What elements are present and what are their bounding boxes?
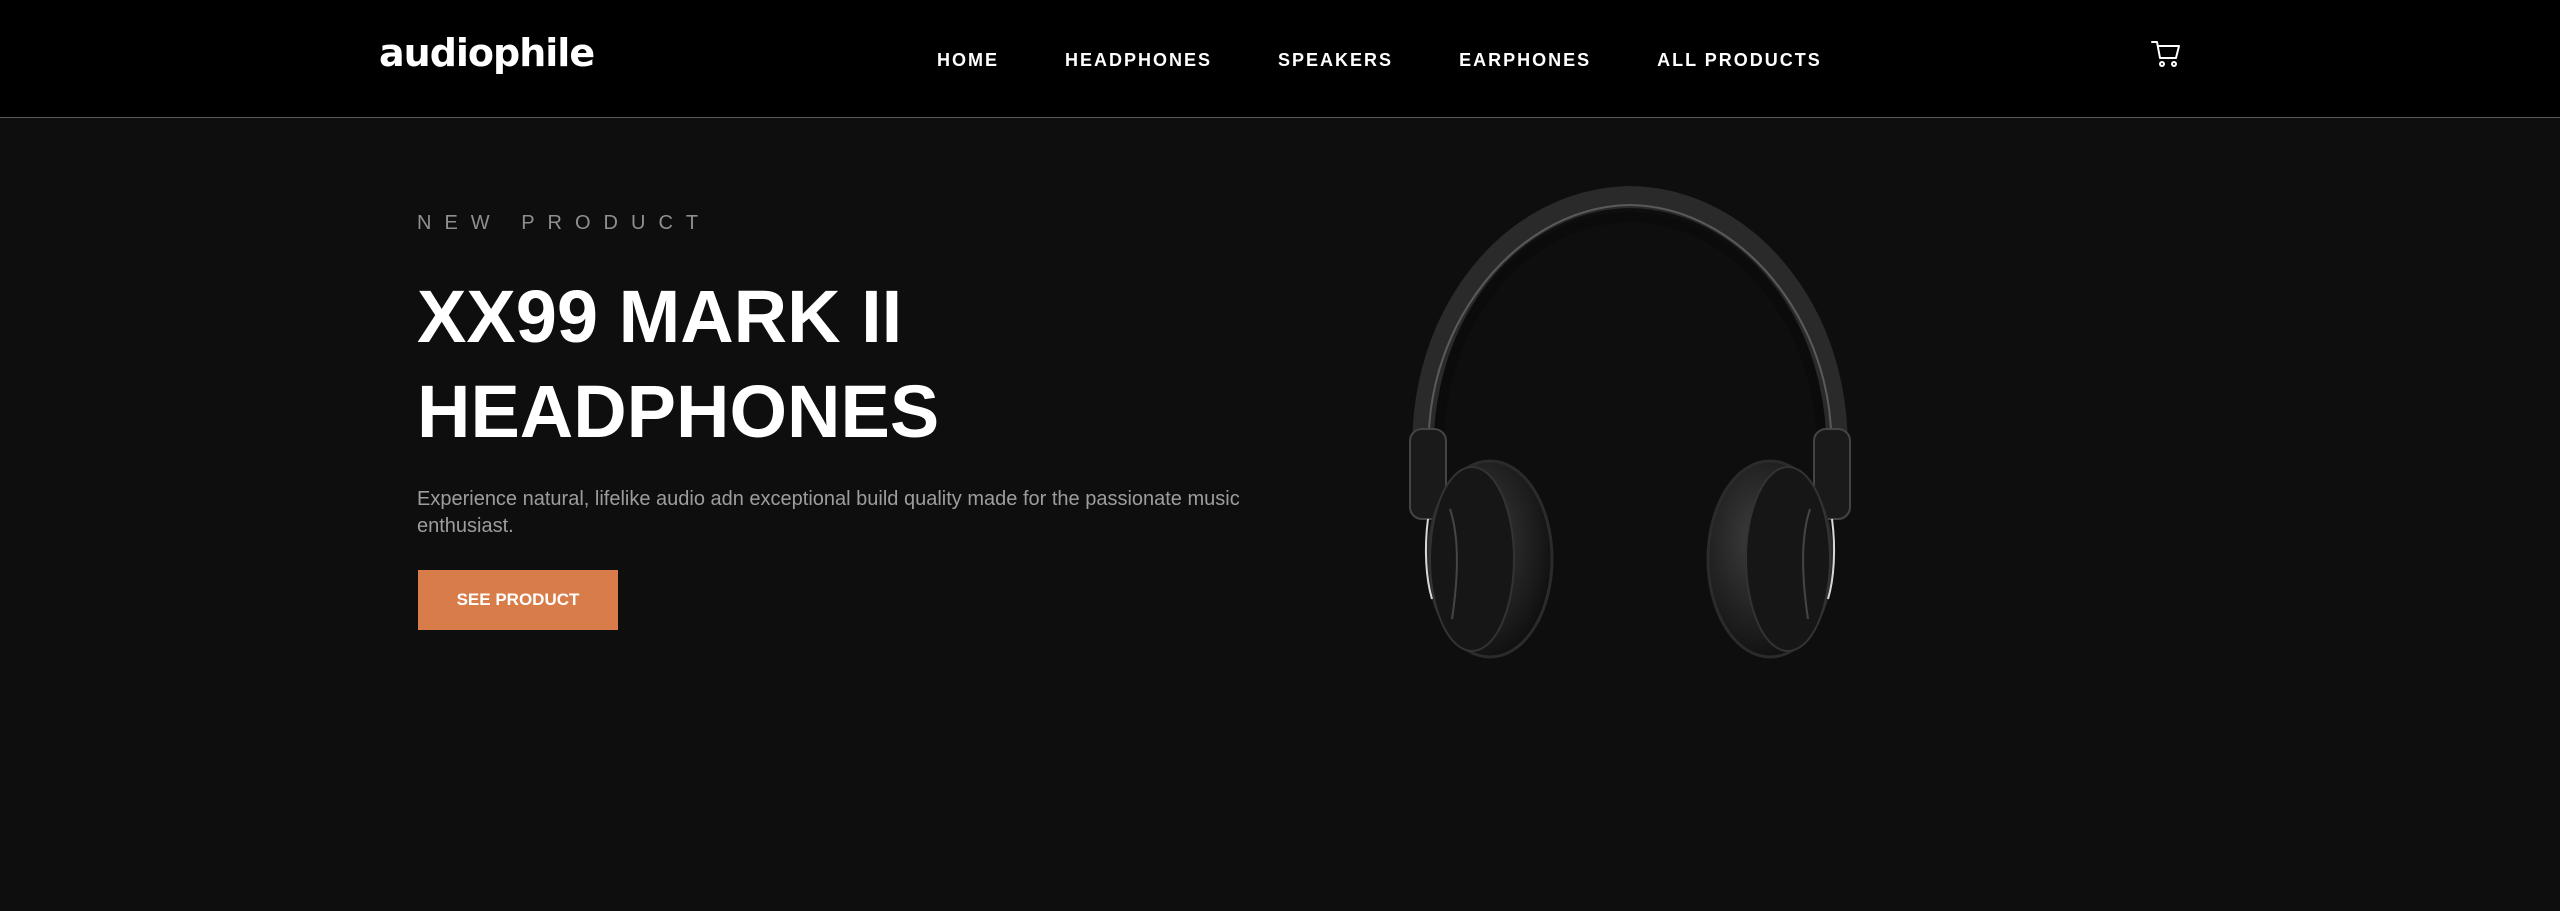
cart-icon[interactable] xyxy=(2150,38,2182,70)
hero-title-line2: HEADPHONES xyxy=(417,370,940,453)
nav-home[interactable]: HOME xyxy=(937,46,999,74)
see-product-button[interactable]: SEE PRODUCT xyxy=(418,570,618,630)
nav-headphones[interactable]: HEADPHONES xyxy=(1065,46,1212,74)
site-header: audiophile HOME HEADPHONES SPEAKERS EARP… xyxy=(0,0,2560,118)
hero-title-line1: XX99 MARK II xyxy=(417,275,903,358)
main-nav: HOME HEADPHONES SPEAKERS EARPHONES ALL P… xyxy=(937,46,1822,74)
hero-description: Experience natural, lifelike audio adn e… xyxy=(417,488,1240,537)
headphones-image xyxy=(1380,179,1880,699)
nav-speakers[interactable]: SPEAKERS xyxy=(1278,46,1393,74)
nav-all-products[interactable]: ALL PRODUCTS xyxy=(1657,46,1822,74)
hero-title: XX99 MARK II HEADPHONES xyxy=(417,269,1317,459)
logo[interactable]: audiophile xyxy=(379,26,595,80)
new-product-overline: NEW PRODUCT xyxy=(417,212,712,234)
hero-section: NEW PRODUCT XX99 MARK II HEADPHONES Expe… xyxy=(0,119,2560,911)
nav-earphones[interactable]: EARPHONES xyxy=(1459,46,1591,74)
